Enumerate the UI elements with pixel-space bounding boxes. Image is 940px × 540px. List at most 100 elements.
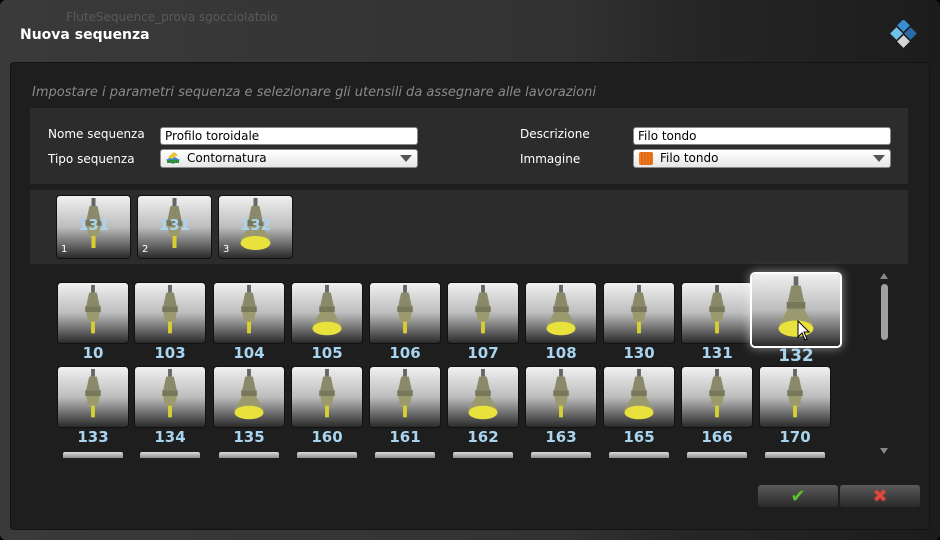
tool-tile-107[interactable]	[448, 283, 518, 343]
tool-number-label: 160	[311, 428, 343, 446]
tipo-sequenza-label: Tipo sequenza	[48, 152, 135, 166]
sequence-form	[30, 108, 908, 184]
sequence-tool-number: 131	[77, 216, 110, 234]
mouse-cursor-icon	[797, 320, 811, 341]
background-window-title: FluteSequence_prova sgocciolatoio	[66, 10, 278, 24]
tool-holder-icon	[85, 368, 101, 418]
tool-number-label: 133	[77, 428, 109, 446]
cancel-button[interactable]: ✖	[840, 485, 920, 507]
tool-number-label: 104	[233, 344, 265, 362]
sequence-slot-index: 2	[142, 244, 149, 255]
tool-tile-partial[interactable]	[140, 452, 200, 458]
chevron-down-icon	[400, 155, 412, 162]
descrizione-label: Descrizione	[520, 127, 590, 141]
tool-tile-166[interactable]	[682, 367, 752, 427]
tool-tile-partial[interactable]	[609, 452, 669, 458]
tool-holder-icon	[397, 284, 413, 334]
tool-tile-105[interactable]	[292, 283, 362, 343]
tool-tile-seq-2[interactable]: 131 2	[138, 196, 211, 258]
tipo-sequenza-select[interactable]: Contornatura	[160, 149, 418, 168]
tool-number-label: 165	[623, 428, 655, 446]
tool-tile-seq-3[interactable]: 132 3	[219, 196, 292, 258]
tool-number-label: 107	[467, 344, 499, 362]
tool-holder-icon	[709, 284, 725, 334]
tool-tile-partial[interactable]	[219, 452, 279, 458]
tool-tile-104[interactable]	[214, 283, 284, 343]
tool-holder-icon	[546, 284, 576, 336]
tool-tile-133[interactable]	[58, 367, 128, 427]
tipo-sequenza-value: Contornatura	[187, 151, 267, 165]
tool-number-label: 166	[701, 428, 733, 446]
sequence-slot-index: 3	[223, 244, 230, 255]
tool-tile-165[interactable]	[604, 367, 674, 427]
tool-number-label: 130	[623, 344, 655, 362]
tool-number-label: 163	[545, 428, 577, 446]
tool-tile-131[interactable]	[682, 283, 752, 343]
tool-tile-partial[interactable]	[375, 452, 435, 458]
descrizione-input[interactable]: Filo tondo	[633, 127, 891, 145]
tool-tile-10[interactable]	[58, 283, 128, 343]
tool-holder-icon	[234, 368, 264, 420]
tool-number-label: 131	[701, 344, 733, 362]
sequence-slot-index: 1	[61, 244, 68, 255]
tool-tile-163[interactable]	[526, 367, 596, 427]
sequence-tool-number: 132	[239, 216, 272, 234]
tool-number-label: 10	[82, 344, 104, 362]
tool-tile-132[interactable]	[752, 274, 840, 346]
tool-tile-134[interactable]	[135, 367, 205, 427]
tool-tile-160[interactable]	[292, 367, 362, 427]
scroll-up-arrow-icon[interactable]	[880, 273, 888, 279]
dialog-title: Nuova sequenza	[20, 27, 150, 43]
tool-holder-icon	[162, 284, 178, 334]
tool-holder-icon	[468, 368, 498, 420]
tool-tile-130[interactable]	[604, 283, 674, 343]
tool-holder-icon	[553, 368, 569, 418]
tool-tile-106[interactable]	[370, 283, 440, 343]
tool-number-label: 134	[154, 428, 186, 446]
tool-number-label: 135	[233, 428, 265, 446]
instructions-text: Impostare i parametri sequenza e selezio…	[32, 85, 596, 100]
tool-number-label: 161	[389, 428, 421, 446]
tool-tile-103[interactable]	[135, 283, 205, 343]
tool-number-label: 105	[311, 344, 343, 362]
tool-tile-partial[interactable]	[453, 452, 513, 458]
tool-tile-partial[interactable]	[531, 452, 591, 458]
tool-tile-seq-1[interactable]: 131 1	[57, 196, 130, 258]
tool-tile-162[interactable]	[448, 367, 518, 427]
tool-number-label: 162	[467, 428, 499, 446]
tool-number-label: 103	[154, 344, 186, 362]
flute-image-icon	[639, 152, 653, 165]
tool-tile-170[interactable]	[760, 367, 830, 427]
scroll-down-arrow-icon[interactable]	[880, 448, 888, 454]
tool-holder-icon	[475, 284, 491, 334]
tool-holder-icon	[319, 368, 335, 418]
contour-tool-icon	[166, 152, 180, 164]
app-logo-icon	[890, 20, 917, 48]
tool-holder-icon	[709, 368, 725, 418]
tool-holder-icon	[397, 368, 413, 418]
tool-holder-icon	[312, 284, 342, 336]
cross-icon: ✖	[872, 486, 888, 507]
tool-holder-icon	[778, 276, 814, 337]
confirm-button[interactable]: ✔	[758, 485, 838, 507]
tool-tile-partial[interactable]	[687, 452, 747, 458]
immagine-value: Filo tondo	[660, 151, 719, 165]
tool-number-label: 108	[545, 344, 577, 362]
scrollbar-thumb[interactable]	[881, 284, 888, 340]
checkmark-icon: ✔	[790, 486, 806, 507]
nome-sequenza-input[interactable]: Profilo toroidale	[160, 127, 418, 145]
tool-holder-icon	[624, 368, 654, 420]
immagine-select[interactable]: Filo tondo	[633, 149, 891, 168]
tool-number-label: 132	[778, 346, 814, 366]
tool-holder-icon	[85, 284, 101, 334]
tool-tile-161[interactable]	[370, 367, 440, 427]
chevron-down-icon	[873, 155, 885, 162]
tool-tile-partial[interactable]	[765, 452, 825, 458]
tool-tile-135[interactable]	[214, 367, 284, 427]
dialog-window: FluteSequence_prova sgocciolatoio Nuova …	[0, 0, 940, 540]
tool-holder-icon	[241, 284, 257, 334]
tool-tile-partial[interactable]	[63, 452, 123, 458]
tool-number-label: 170	[779, 428, 811, 446]
tool-tile-partial[interactable]	[297, 452, 357, 458]
tool-tile-108[interactable]	[526, 283, 596, 343]
